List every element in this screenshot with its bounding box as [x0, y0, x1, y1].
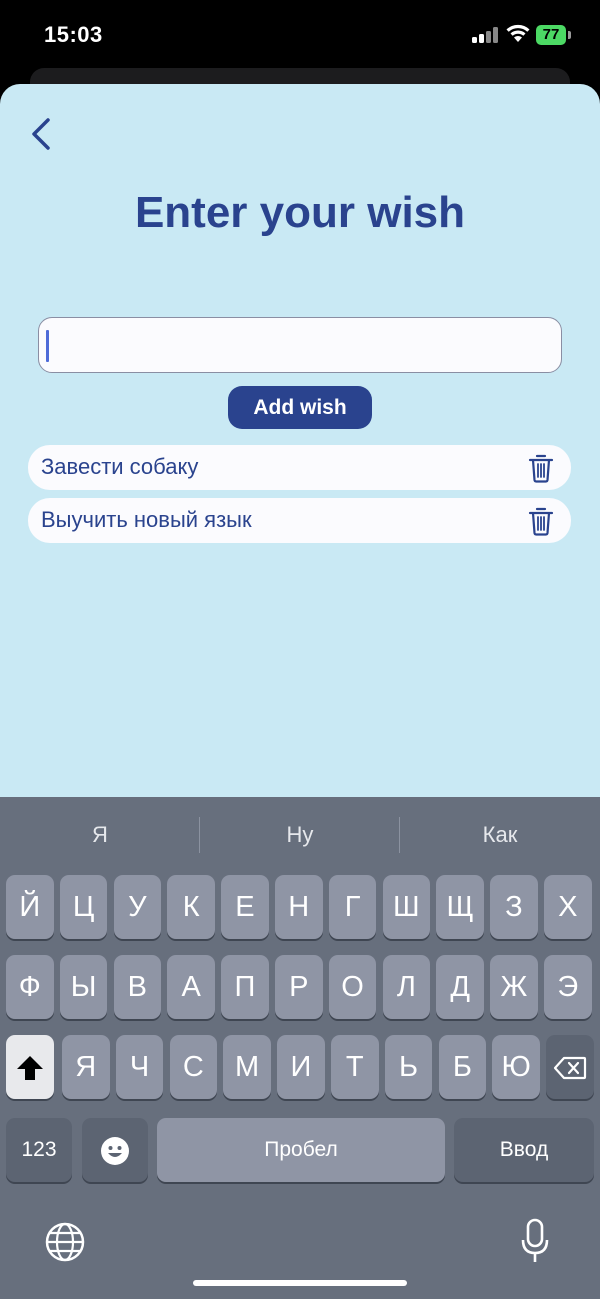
key-3-4[interactable]: М: [223, 1035, 271, 1099]
trash-icon[interactable]: [528, 453, 554, 483]
key-3-9[interactable]: Ю: [492, 1035, 540, 1099]
wish-list: Завести собаку Выучить новый язык: [28, 445, 571, 551]
key-2-2[interactable]: Ы: [59, 955, 108, 1019]
suggestion-bar: Я Ну Как: [0, 797, 600, 872]
key-3-7[interactable]: Ь: [384, 1035, 433, 1099]
wish-input[interactable]: [38, 317, 562, 373]
microphone-icon[interactable]: [520, 1218, 550, 1264]
key-1-3[interactable]: У: [113, 875, 162, 939]
battery-icon: 77: [536, 25, 566, 45]
key-3-3[interactable]: С: [169, 1035, 218, 1099]
key-3-1[interactable]: Я: [62, 1035, 110, 1099]
status-time: 15:03: [44, 22, 103, 47]
key-1-11[interactable]: Х: [544, 875, 592, 939]
key-1-8[interactable]: Ш: [382, 875, 431, 939]
key-2-6[interactable]: Р: [275, 955, 323, 1019]
key-3-6[interactable]: Т: [331, 1035, 379, 1099]
numbers-key[interactable]: 123: [6, 1118, 72, 1182]
suggestion-1[interactable]: Я: [0, 797, 200, 872]
key-3-8[interactable]: Б: [438, 1035, 487, 1099]
key-2-10[interactable]: Ж: [490, 955, 538, 1019]
shift-key[interactable]: [6, 1035, 54, 1099]
key-2-4[interactable]: А: [167, 955, 215, 1019]
key-2-3[interactable]: В: [113, 955, 162, 1019]
signal-icon: [472, 27, 500, 43]
shift-arrow-icon: [17, 1056, 43, 1081]
battery-level: 77: [542, 26, 560, 43]
suggestion-3[interactable]: Как: [400, 797, 600, 872]
emoji-key[interactable]: [82, 1118, 148, 1182]
key-3-5[interactable]: И: [277, 1035, 325, 1099]
key-2-1[interactable]: Ф: [6, 955, 54, 1019]
back-chevron-icon[interactable]: [28, 114, 58, 154]
backspace-icon: [553, 1057, 587, 1080]
key-2-9[interactable]: Д: [436, 955, 484, 1019]
battery-cap: [568, 31, 571, 39]
key-1-10[interactable]: З: [490, 875, 538, 939]
key-1-1[interactable]: Й: [6, 875, 54, 939]
key-2-11[interactable]: Э: [544, 955, 592, 1019]
keyboard: Я Ну Как ЙЦУКЕНГШЩЗХФЫВАПРОЛДЖЭЯЧСМИТЬБЮ…: [0, 797, 600, 1299]
globe-icon[interactable]: [45, 1222, 85, 1262]
emoji-icon: [101, 1137, 129, 1166]
text-caret: [46, 330, 49, 362]
home-indicator: [193, 1280, 407, 1286]
suggestion-2[interactable]: Ну: [200, 797, 400, 872]
key-1-5[interactable]: Е: [221, 875, 269, 939]
add-wish-button[interactable]: Add wish: [228, 386, 372, 429]
return-key[interactable]: Ввод: [454, 1118, 594, 1182]
space-key[interactable]: Пробел: [157, 1118, 445, 1182]
delete-key[interactable]: [546, 1035, 594, 1099]
key-3-2[interactable]: Ч: [115, 1035, 164, 1099]
trash-icon[interactable]: [528, 506, 554, 536]
status-bar: 15:03 77: [0, 0, 600, 70]
key-1-6[interactable]: Н: [275, 875, 323, 939]
wish-list-item[interactable]: Завести собаку: [28, 445, 571, 490]
key-1-2[interactable]: Ц: [59, 875, 108, 939]
key-1-4[interactable]: К: [167, 875, 215, 939]
wish-text: Выучить новый язык: [41, 507, 252, 532]
wish-text: Завести собаку: [41, 454, 199, 479]
key-2-8[interactable]: Л: [382, 955, 431, 1019]
key-1-7[interactable]: Г: [328, 875, 377, 939]
key-2-5[interactable]: П: [221, 955, 269, 1019]
key-1-9[interactable]: Щ: [436, 875, 484, 939]
key-2-7[interactable]: О: [328, 955, 377, 1019]
page-title: Enter your wish: [134, 188, 466, 237]
wish-list-item[interactable]: Выучить новый язык: [28, 498, 571, 543]
wifi-icon: [506, 24, 530, 42]
